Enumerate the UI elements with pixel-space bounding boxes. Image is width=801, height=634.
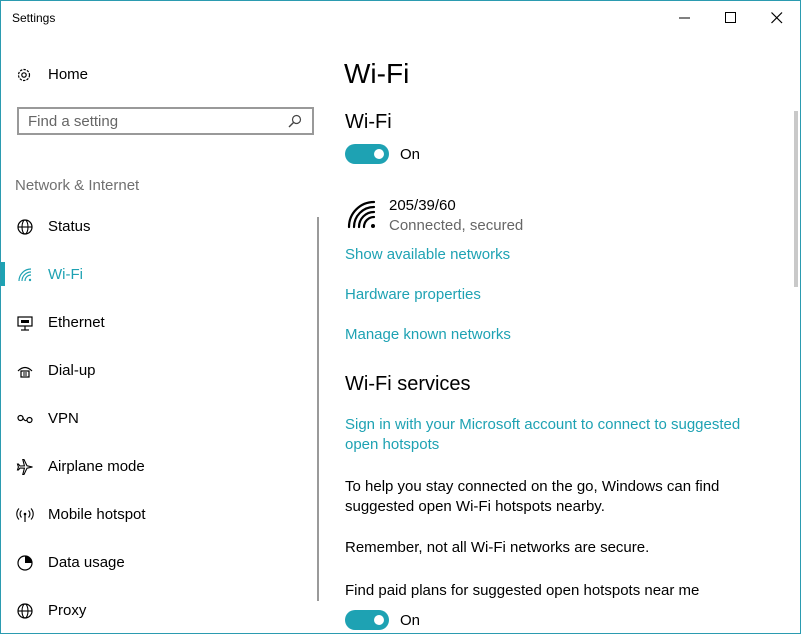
wifi-toggle-label: On [400,146,421,163]
paid-plans-label: Find paid plans for suggested open hotsp… [345,582,700,599]
sign-in-microsoft-link[interactable]: Sign in with your Microsoft account to c… [345,415,765,455]
search-input[interactable] [28,112,278,130]
maximize-button[interactable] [708,1,754,35]
dialup-icon [17,366,33,378]
window-title: Settings [12,11,56,25]
main-scrollbar[interactable] [794,111,798,287]
sidebar-scrollbar[interactable] [317,217,319,601]
sidebar-item-wifi[interactable]: Wi-Fi [1,259,311,289]
category-heading: Network & Internet [15,177,140,194]
vpn-icon [17,414,33,424]
security-reminder-text: Remember, not all Wi-Fi networks are sec… [345,539,650,556]
sidebar-item-ethernet[interactable]: Ethernet [1,307,311,337]
ethernet-icon [17,316,33,331]
minimize-icon [679,17,690,19]
maximize-icon [725,12,736,23]
selection-indicator [1,262,5,286]
sidebar-item-label: Mobile hotspot [48,506,146,523]
sidebar-item-status[interactable]: Status [1,211,311,241]
wifi-icon [18,268,32,282]
title-bar: Settings [1,1,800,35]
wifi-services-title: Wi-Fi services [345,373,471,395]
help-text: To help you stay connected on the go, Wi… [345,478,720,515]
home-nav-item[interactable]: Home [15,65,305,87]
sidebar-item-data-usage[interactable]: Data usage [1,547,311,577]
sidebar-item-proxy[interactable]: Proxy [1,595,311,625]
search-icon[interactable] [288,114,302,128]
sidebar-item-label: Wi-Fi [48,266,83,283]
page-title: Wi-Fi [344,58,410,89]
search-box[interactable] [17,107,314,135]
globe-icon [17,603,33,619]
sidebar-item-label: VPN [48,410,79,427]
sidebar-item-mobile-hotspot[interactable]: Mobile hotspot [1,499,311,529]
sidebar-item-airplane-mode[interactable]: Airplane mode [1,451,311,481]
hotspot-icon [16,508,34,522]
network-status: Connected, secured [389,217,524,234]
network-name: 205/39/60 [389,197,456,214]
data-usage-icon [17,555,33,571]
sidebar-item-label: Status [48,218,91,235]
toggle-knob [374,149,384,159]
globe-icon [17,219,33,235]
sidebar-item-label: Ethernet [48,314,105,331]
home-label: Home [48,66,89,83]
close-button[interactable] [754,1,800,35]
paid-plans-toggle-label: On [400,612,421,629]
sidebar-item-label: Data usage [48,554,125,571]
show-available-networks-link[interactable]: Show available networks [345,246,510,263]
wifi-section-title: Wi-Fi [345,111,392,133]
sidebar-item-label: Dial-up [48,362,96,379]
toggle-knob [374,615,384,625]
sidebar-item-label: Proxy [48,602,87,619]
close-icon [771,12,783,24]
settings-window: Settings Home Network & Internet [0,0,801,634]
gear-icon [17,68,31,82]
sidebar-item-vpn[interactable]: VPN [1,403,311,433]
manage-known-networks-link[interactable]: Manage known networks [345,326,511,343]
sidebar-item-dialup[interactable]: Dial-up [1,355,311,385]
wifi-signal-icon [347,200,376,229]
minimize-button[interactable] [662,1,708,35]
wifi-toggle[interactable] [345,144,389,164]
paid-plans-toggle[interactable] [345,610,389,630]
airplane-icon [16,458,33,476]
hardware-properties-link[interactable]: Hardware properties [345,286,481,303]
sidebar-item-label: Airplane mode [48,458,145,475]
